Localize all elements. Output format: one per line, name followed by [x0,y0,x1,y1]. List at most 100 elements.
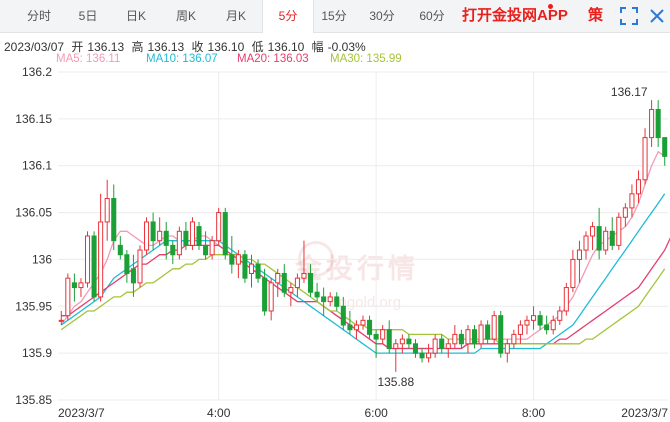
candle-body [399,338,405,345]
candle-body [544,324,550,331]
candle-body [229,254,235,265]
candle-body [65,277,71,317]
candle-body [340,305,346,326]
y-tick-label: 136.1 [22,159,52,173]
candle-body [130,268,136,284]
candle-body [288,287,294,293]
candle-body [235,254,241,265]
x-tick-label: 2023/3/7 [621,406,668,420]
y-tick-label: 135.9 [22,346,52,360]
candle-body [111,198,117,242]
candle-body [432,338,438,354]
candle-body [419,352,425,359]
candle-body [517,324,523,335]
candle-body [58,319,64,322]
candle-body [248,263,255,274]
candle-body [137,249,143,284]
candle-body [596,226,602,251]
candle-body [367,319,373,335]
x-tick-label: 6:00 [364,406,388,420]
candle-body [557,310,563,321]
candle-body [91,235,97,298]
candle-body [498,315,504,354]
candle-body [84,235,91,284]
candle-body [576,249,582,260]
candle-body [439,338,445,349]
high-annotation: 136.17 [611,85,648,99]
candle-body [124,254,130,274]
candle-body [157,230,163,242]
candle-body [570,258,576,289]
y-tick-label: 136.2 [22,65,52,79]
y-tick-label: 136 [32,252,52,266]
y-tick-label: 135.95 [15,299,52,313]
candle-body [550,319,556,331]
candle-body [150,221,156,242]
y-tick-label: 136.15 [15,112,52,126]
candle-body [426,352,432,359]
candle-body [478,324,484,345]
candle-body [242,254,248,279]
candle-body [635,179,642,195]
candle-body [163,230,169,246]
candle-body [485,324,491,340]
candle-body [281,272,287,293]
candle-body [268,282,274,312]
candle-body [504,343,510,354]
candle-body [386,329,392,349]
candle-body [347,324,353,331]
candle-body [622,207,628,218]
candle-body [334,296,340,307]
candle-body [609,230,615,246]
candle-body [216,212,222,242]
candle-body [104,198,110,223]
candle-body [196,226,202,246]
x-tick-label: 2023/3/7 [58,406,105,420]
candle-body [458,333,464,345]
candle-body [144,221,150,251]
candle-body [294,277,300,289]
candle-body [78,282,84,289]
candle-body [307,272,314,293]
candle-body [465,329,471,345]
candle-body [209,240,215,256]
candle-body [583,235,589,251]
candle-body [445,343,451,349]
candle-body [531,315,537,321]
candle-body [393,343,399,349]
candle-body [327,296,333,303]
candle-body [222,212,228,256]
candle-body [603,230,609,251]
candle-body [373,333,379,340]
candle-body [590,226,596,237]
candle-body [170,244,176,256]
candle-body [353,324,359,331]
candle-body [203,244,209,256]
candle-body [524,319,530,326]
candle-body [491,315,497,340]
candle-body [649,108,655,139]
y-tick-label: 136.05 [15,206,52,220]
candle-body [511,333,517,345]
candle-body [642,137,648,181]
candle-body [406,338,412,345]
x-tick-label: 8:00 [522,406,546,420]
low-annotation: 135.88 [377,375,414,389]
candle-body [183,230,189,246]
candle-body [655,108,661,139]
candle-body [471,329,478,345]
candle-body [412,343,419,354]
candle-body [380,329,386,340]
candle-body [452,333,458,345]
candle-body [321,296,327,303]
candle-body [275,272,281,284]
candle-body [360,319,366,326]
candle-body [176,230,182,256]
candle-body [98,221,104,298]
candle-body [662,137,668,157]
candle-body [262,277,268,312]
x-tick-label: 4:00 [207,406,231,420]
candle-body [563,287,569,312]
candle-body [189,221,195,246]
candle-body [616,216,622,246]
